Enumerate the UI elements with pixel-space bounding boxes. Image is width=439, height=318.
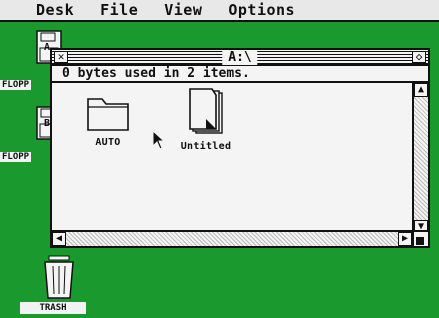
menu-file[interactable]: File xyxy=(100,1,138,19)
folder-auto[interactable]: AUTO xyxy=(78,93,138,148)
scroll-right-arrow-icon[interactable]: ▶ xyxy=(398,232,412,246)
folder-icon xyxy=(87,98,129,131)
menu-view[interactable]: View xyxy=(164,1,202,19)
close-box-button[interactable]: ✕ xyxy=(54,51,68,63)
full-box-button[interactable]: ◇ xyxy=(412,51,426,63)
window-content: AUTO Untitled xyxy=(52,83,416,234)
document-icon xyxy=(189,88,223,134)
window-title: A:\ xyxy=(222,50,258,65)
drive-a-label: FLOPP xyxy=(0,80,32,90)
drive-b-label: FLOPP xyxy=(0,152,32,162)
mouse-pointer-icon xyxy=(152,129,166,154)
window-info-line: 0 bytes used in 2 items. xyxy=(52,66,428,83)
scroll-left-arrow-icon[interactable]: ◀ xyxy=(52,232,66,246)
file-untitled[interactable]: Untitled xyxy=(170,87,242,152)
folder-label: AUTO xyxy=(95,137,121,148)
scroll-up-arrow-icon[interactable]: ▲ xyxy=(414,83,428,97)
horizontal-scrollbar[interactable]: ◀ ▶ xyxy=(52,230,428,246)
menu-bar: Desk File View Options xyxy=(0,0,439,22)
document-label: Untitled xyxy=(180,141,232,152)
vertical-scrollbar[interactable]: ▲ ▼ xyxy=(412,83,428,234)
trash[interactable]: TRASH xyxy=(20,254,86,314)
window-title-bar[interactable]: ✕ A:\ ◇ xyxy=(52,50,428,66)
menu-desk[interactable]: Desk xyxy=(36,1,74,19)
directory-window: ✕ A:\ ◇ 0 bytes used in 2 items. AUTO Un… xyxy=(50,48,430,248)
menu-options[interactable]: Options xyxy=(228,1,295,19)
trash-label: TRASH xyxy=(20,302,86,314)
trash-can-icon xyxy=(44,255,74,299)
resize-box-icon[interactable] xyxy=(412,230,428,246)
